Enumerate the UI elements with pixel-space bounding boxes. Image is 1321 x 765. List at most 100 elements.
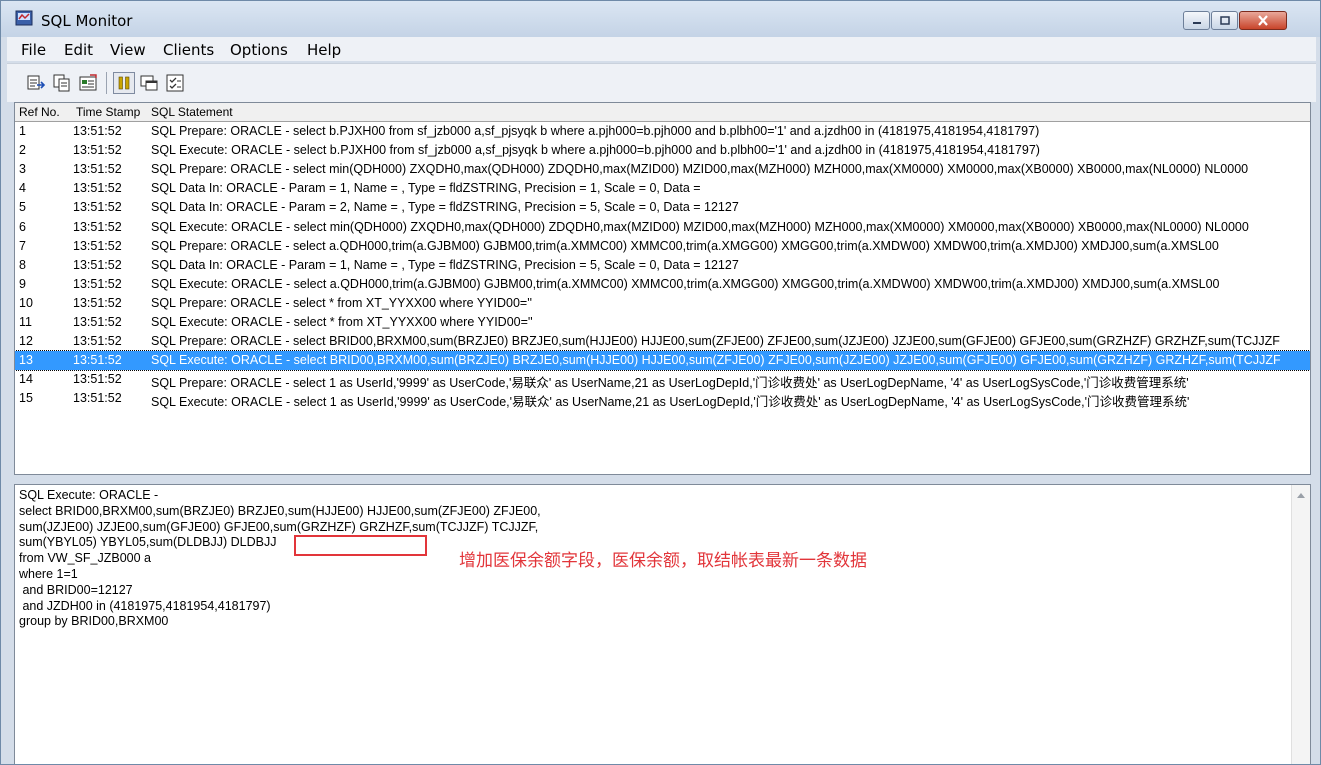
table-row[interactable]: 13 13:51:52 SQL Execute: ORACLE - select B… — [15, 350, 1310, 372]
row-ref-no: 12 — [19, 334, 33, 349]
toolbar — [7, 63, 1316, 102]
column-header-time-stamp[interactable]: Time Stamp — [76, 105, 140, 119]
table-row[interactable]: 12 13:51:52 SQL Prepare: ORACLE - select B… — [15, 332, 1310, 351]
close-button[interactable] — [1239, 11, 1287, 30]
row-sql-statement: SQL Execute: ORACLE - select 1 as UserId… — [151, 395, 1190, 410]
row-ref-no: 3 — [19, 162, 26, 177]
row-time-stamp: 13:51:52 — [73, 391, 122, 406]
table-row[interactable]: 11 13:51:52 SQL Execute: ORACLE - select *… — [15, 313, 1310, 332]
row-ref-no: 14 — [19, 372, 33, 387]
table-row[interactable]: 4 13:51:52 SQL Data In: ORACLE - Param = 1… — [15, 179, 1310, 198]
row-ref-no: 4 — [19, 181, 26, 196]
table-row[interactable]: 7 13:51:52 SQL Prepare: ORACLE - select a.… — [15, 237, 1310, 256]
row-sql-statement: SQL Execute: ORACLE - select min(QDH000)… — [151, 219, 1249, 234]
table-row[interactable]: 10 13:51:52 SQL Prepare: ORACLE - select *… — [15, 294, 1310, 313]
detail-vertical-scrollbar[interactable] — [1291, 485, 1310, 764]
row-time-stamp: 13:51:52 — [73, 353, 122, 368]
toolbar-separator — [106, 72, 107, 94]
scroll-up-icon[interactable] — [1296, 491, 1306, 499]
menu-edit[interactable]: Edit — [64, 41, 93, 59]
sql-monitor-app-icon — [15, 10, 33, 26]
annotation-note: 增加医保余额字段，医保余额，取结帐表最新一条数据 — [459, 551, 867, 571]
row-sql-statement: SQL Execute: ORACLE - select a.QDH000,tr… — [151, 276, 1220, 291]
window-icon — [140, 75, 158, 91]
row-ref-no: 13 — [19, 353, 33, 368]
row-time-stamp: 13:51:52 — [73, 162, 122, 177]
table-row[interactable]: 9 13:51:52 SQL Execute: ORACLE - select a.… — [15, 275, 1310, 294]
list-header: Ref No. Time Stamp SQL Statement — [15, 103, 1310, 122]
row-sql-statement: SQL Data In: ORACLE - Param = 1, Name = … — [151, 181, 701, 196]
row-time-stamp: 13:51:52 — [73, 295, 122, 310]
menu-view[interactable]: View — [110, 41, 146, 59]
window-button[interactable] — [138, 72, 160, 94]
pause-icon — [118, 76, 130, 90]
table-row[interactable]: 14 13:51:52 SQL Prepare: ORACLE - select 1… — [15, 370, 1310, 390]
row-time-stamp: 13:51:52 — [73, 124, 122, 138]
table-row[interactable]: 15 13:51:52 SQL Execute: ORACLE - select 1… — [15, 389, 1310, 410]
menu-clients[interactable]: Clients — [163, 41, 214, 59]
table-row[interactable]: 1 13:51:52 SQL Prepare: ORACLE - select b.… — [15, 122, 1310, 141]
save-log-icon — [27, 75, 46, 90]
row-sql-statement: SQL Data In: ORACLE - Param = 1, Name = … — [151, 257, 739, 272]
sql-monitor-window: SQL Monitor File Edit View Clients Optio… — [0, 0, 1321, 765]
row-sql-statement: SQL Execute: ORACLE - select b.PJXH00 fr… — [151, 143, 1040, 158]
copy-icon — [53, 74, 70, 92]
row-ref-no: 7 — [19, 238, 26, 253]
row-sql-statement: SQL Prepare: ORACLE - select min(QDH000)… — [151, 162, 1249, 177]
minimize-icon — [1192, 21, 1201, 24]
maximize-icon — [1219, 16, 1230, 25]
column-header-sql-statement[interactable]: SQL Statement — [151, 105, 233, 119]
properties-button[interactable] — [77, 72, 99, 94]
row-ref-no: 5 — [19, 200, 26, 215]
minimize-button[interactable] — [1183, 11, 1210, 30]
row-time-stamp: 13:51:52 — [73, 276, 122, 291]
window-title: SQL Monitor — [41, 12, 133, 30]
row-ref-no: 2 — [19, 143, 26, 158]
row-time-stamp: 13:51:52 — [73, 219, 122, 234]
row-ref-no: 8 — [19, 257, 26, 272]
menu-file[interactable]: File — [21, 41, 46, 59]
column-header-ref-no[interactable]: Ref No. — [19, 105, 60, 119]
row-ref-no: 9 — [19, 276, 26, 291]
checklist-button[interactable] — [164, 72, 186, 94]
row-sql-statement: SQL Execute: ORACLE - select BRID00,BRXM… — [151, 353, 1281, 368]
pause-button[interactable] — [113, 72, 135, 94]
table-row[interactable]: 3 13:51:52 SQL Prepare: ORACLE - select mi… — [15, 160, 1310, 179]
save-log-button[interactable] — [25, 72, 47, 94]
row-time-stamp: 13:51:52 — [73, 200, 122, 215]
table-row[interactable]: 6 13:51:52 SQL Execute: ORACLE - select mi… — [15, 218, 1310, 237]
annotation-highlight-box — [294, 535, 427, 556]
row-sql-statement: SQL Prepare: ORACLE - select * from XT_Y… — [151, 295, 532, 310]
row-ref-no: 11 — [19, 315, 32, 329]
properties-icon — [79, 74, 97, 91]
row-time-stamp: 13:51:52 — [73, 257, 122, 272]
menu-options[interactable]: Options — [230, 41, 288, 59]
row-time-stamp: 13:51:52 — [73, 315, 122, 329]
checklist-icon — [166, 74, 184, 92]
row-sql-statement: SQL Prepare: ORACLE - select BRID00,BRXM… — [151, 334, 1280, 349]
row-time-stamp: 13:51:52 — [73, 238, 122, 253]
title-bar[interactable]: SQL Monitor — [1, 1, 1320, 37]
row-ref-no: 6 — [19, 219, 26, 234]
row-ref-no: 10 — [19, 295, 33, 310]
row-time-stamp: 13:51:52 — [73, 181, 122, 196]
copy-button[interactable] — [51, 72, 73, 94]
menu-help[interactable]: Help — [307, 41, 341, 59]
row-time-stamp: 13:51:52 — [73, 143, 122, 158]
table-row[interactable]: 8 13:51:52 SQL Data In: ORACLE - Param = 1… — [15, 256, 1310, 275]
menu-bar: File Edit View Clients Options Help — [7, 37, 1316, 61]
row-sql-statement: SQL Data In: ORACLE - Param = 2, Name = … — [151, 200, 739, 215]
table-row[interactable]: 2 13:51:52 SQL Execute: ORACLE - select b.… — [15, 141, 1310, 160]
close-icon — [1258, 15, 1268, 26]
row-ref-no: 15 — [19, 391, 33, 406]
row-sql-statement: SQL Prepare: ORACLE - select b.PJXH00 fr… — [151, 124, 1040, 138]
row-time-stamp: 13:51:52 — [73, 334, 122, 349]
row-time-stamp: 13:51:52 — [73, 372, 122, 387]
row-sql-statement: SQL Execute: ORACLE - select * from XT_Y… — [151, 315, 533, 329]
maximize-button[interactable] — [1211, 11, 1238, 30]
row-sql-statement: SQL Prepare: ORACLE - select a.QDH000,tr… — [151, 238, 1219, 253]
sql-log-list[interactable]: Ref No. Time Stamp SQL Statement 1 13:51:… — [14, 102, 1311, 475]
sql-detail-pane[interactable]: SQL Execute: ORACLE - select BRID00,BRXM… — [14, 484, 1311, 764]
row-ref-no: 1 — [19, 124, 26, 138]
table-row[interactable]: 5 13:51:52 SQL Data In: ORACLE - Param = 2… — [15, 198, 1310, 217]
